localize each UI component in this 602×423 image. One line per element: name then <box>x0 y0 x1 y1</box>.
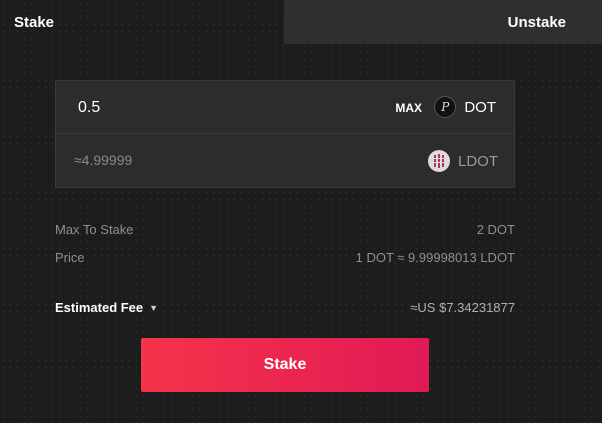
estimated-fee-toggle[interactable]: Estimated Fee ▼ <box>55 300 158 315</box>
ldot-icon <box>427 150 450 172</box>
from-token: P DOT <box>434 96 496 118</box>
price-label: Price <box>55 250 85 265</box>
price-row: Price 1 DOT ≈ 9.99998013 LDOT <box>55 250 515 265</box>
chevron-down-icon: ▼ <box>149 302 159 313</box>
max-to-stake-label: Max To Stake <box>55 222 134 237</box>
to-token: LDOT <box>427 150 498 172</box>
to-token-label: LDOT <box>457 152 498 170</box>
max-to-stake-value: 2 DOT <box>476 222 515 237</box>
stake-button[interactable]: Stake <box>141 338 429 392</box>
estimated-fee-label: Estimated Fee <box>55 300 144 315</box>
polkadot-icon: P <box>434 96 457 118</box>
price-value: 1 DOT ≈ 9.99998013 LDOT <box>355 250 515 265</box>
tab-unstake[interactable]: Unstake <box>284 0 602 44</box>
estimated-fee-row: Estimated Fee ▼ ≈US $7.34231877 <box>55 300 515 315</box>
max-button[interactable]: MAX <box>395 101 422 115</box>
estimate-row: ≈4.99999 LDOT <box>56 135 514 188</box>
from-token-label: DOT <box>464 98 496 116</box>
amount-row: MAX P DOT <box>56 81 514 134</box>
stake-input-card: MAX P DOT ≈4.99999 <box>55 80 515 188</box>
estimated-fee-value: ≈US $7.34231877 <box>410 300 515 315</box>
tab-stake[interactable]: Stake <box>0 0 284 44</box>
max-to-stake-row: Max To Stake 2 DOT <box>55 222 515 237</box>
estimated-output: ≈4.99999 <box>74 152 133 168</box>
amount-input[interactable] <box>78 95 378 121</box>
stake-unstake-tabs: Stake Unstake <box>0 0 602 44</box>
